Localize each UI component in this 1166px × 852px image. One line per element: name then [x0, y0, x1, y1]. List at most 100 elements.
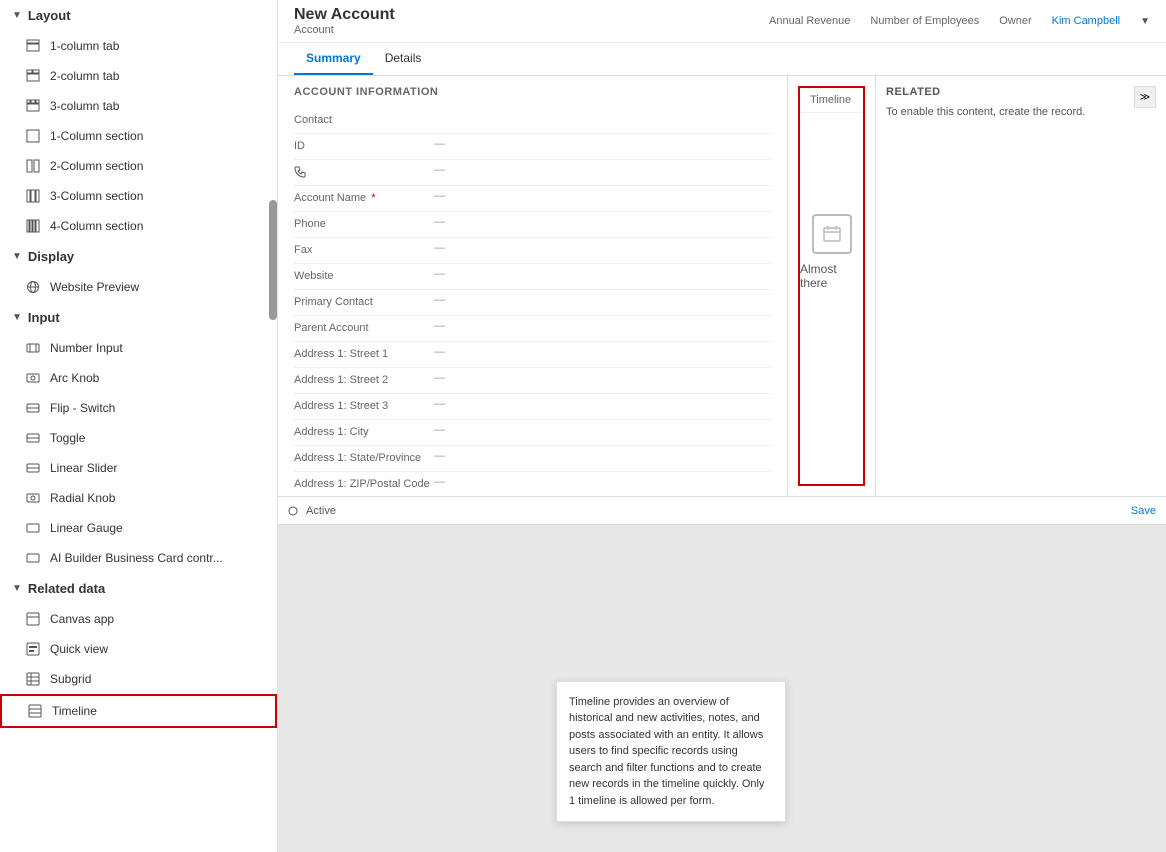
sidebar-item-website-preview[interactable]: Website Preview [0, 272, 277, 302]
field-label-primary-contact: Primary Contact [294, 294, 434, 308]
timeline-box-title: Timeline [800, 88, 863, 113]
num-employees-label: Number of Employees [870, 15, 979, 27]
sidebar-item-toggle[interactable]: Toggle [0, 423, 277, 453]
related-message: To enable this content, create the recor… [886, 106, 1156, 118]
ai-builder-icon [24, 549, 42, 567]
3col-section-label: 3-Column section [50, 189, 143, 203]
field-label-addr-state: Address 1: State/Province [294, 450, 434, 464]
related-collapse-button[interactable]: ≫ [1134, 86, 1156, 108]
field-row-addr-city: Address 1: City — [294, 420, 771, 446]
sidebar-item-3col-section[interactable]: 3-Column section [0, 181, 277, 211]
scrollbar-thumb[interactable] [269, 200, 277, 320]
display-section-header[interactable]: ▼ Display [0, 241, 277, 272]
tooltip-text: Timeline provides an overview of histori… [569, 696, 764, 807]
sidebar-item-linear-gauge[interactable]: Linear Gauge [0, 513, 277, 543]
sidebar-item-flip-switch[interactable]: Flip - Switch [0, 393, 277, 423]
field-value-fax: — [434, 242, 445, 254]
account-info-title: ACCOUNT INFORMATION [294, 86, 771, 98]
field-value-addr-street3: — [434, 398, 445, 410]
sidebar-item-2col-tab[interactable]: 2-column tab [0, 61, 277, 91]
field-label-fax: Fax [294, 242, 434, 256]
annual-revenue-label: Annual Revenue [769, 15, 850, 27]
bottom-bar: Active Save [278, 496, 1166, 524]
sidebar-item-1col-tab[interactable]: 1-column tab [0, 31, 277, 61]
field-row-addr-zip: Address 1: ZIP/Postal Code — [294, 472, 771, 496]
field-value-addr-zip: — [434, 476, 445, 488]
2col-section-icon [24, 157, 42, 175]
display-chevron-icon: ▼ [12, 251, 22, 262]
4col-section-icon [24, 217, 42, 235]
field-value-addr-street1: — [434, 346, 445, 358]
sidebar-item-timeline[interactable]: Timeline [0, 694, 277, 728]
sidebar-item-radial-knob[interactable]: Radial Knob [0, 483, 277, 513]
sidebar-item-3col-tab[interactable]: 3-column tab [0, 91, 277, 121]
3col-tab-icon [24, 97, 42, 115]
website-preview-label: Website Preview [50, 280, 139, 294]
ai-builder-label: AI Builder Business Card contr... [50, 551, 223, 565]
record-header-left: New Account Account [294, 6, 395, 36]
field-row-id: ID — [294, 134, 771, 160]
sidebar-item-quick-view[interactable]: Quick view [0, 634, 277, 664]
related-title: RELATED [886, 86, 1156, 98]
related-section-header[interactable]: ▼ Related data [0, 573, 277, 604]
active-icon [288, 506, 298, 516]
1col-tab-icon [24, 37, 42, 55]
field-value-id: — [434, 138, 445, 150]
field-row-website: Website — [294, 264, 771, 290]
field-value-addr-city: — [434, 424, 445, 436]
field-label-id: ID [294, 138, 434, 152]
tab-details[interactable]: Details [373, 43, 434, 75]
user-name[interactable]: Kim Campbell [1052, 15, 1120, 27]
timeline-placeholder-icon [812, 214, 852, 254]
canvas-app-icon [24, 610, 42, 628]
radial-knob-icon [24, 489, 42, 507]
sidebar-item-subgrid[interactable]: Subgrid [0, 664, 277, 694]
sidebar-item-arc-knob[interactable]: Arc Knob [0, 363, 277, 393]
sidebar-item-ai-builder[interactable]: AI Builder Business Card contr... [0, 543, 277, 573]
1col-section-icon [24, 127, 42, 145]
record-body: ACCOUNT INFORMATION Contact ID — — Accou [278, 76, 1166, 496]
field-row-phone-icon: — [294, 160, 771, 186]
record-tabs: Summary Details [278, 43, 1166, 76]
field-label-contact: Contact [294, 112, 434, 126]
bottom-bar-status: Active [288, 505, 336, 517]
quick-view-label: Quick view [50, 642, 108, 656]
subgrid-icon [24, 670, 42, 688]
field-label-addr-street1: Address 1: Street 1 [294, 346, 434, 360]
record-header: New Account Account Annual Revenue Numbe… [278, 0, 1166, 43]
related-chevron-icon: ▼ [12, 583, 22, 594]
status-label: Active [306, 505, 336, 517]
arc-knob-icon [24, 369, 42, 387]
field-label-parent-account: Parent Account [294, 320, 434, 334]
sidebar-item-2col-section[interactable]: 2-Column section [0, 151, 277, 181]
field-value-addr-street2: — [434, 372, 445, 384]
tab-summary[interactable]: Summary [294, 43, 373, 75]
field-value-addr-state: — [434, 450, 445, 462]
field-row-addr-street1: Address 1: Street 1 — [294, 342, 771, 368]
user-dropdown-icon[interactable]: ▼ [1140, 16, 1150, 27]
sidebar-item-number-input[interactable]: Number Input [0, 333, 277, 363]
account-info-panel: ACCOUNT INFORMATION Contact ID — — Accou [278, 76, 788, 496]
field-value-parent-account: — [434, 320, 445, 332]
timeline-label: Timeline [52, 704, 97, 718]
4col-section-label: 4-Column section [50, 219, 143, 233]
number-input-label: Number Input [50, 341, 123, 355]
field-label-addr-street3: Address 1: Street 3 [294, 398, 434, 412]
sidebar-item-1col-section[interactable]: 1-Column section [0, 121, 277, 151]
save-button[interactable]: Save [1131, 505, 1156, 517]
input-section-header[interactable]: ▼ Input [0, 302, 277, 333]
2col-tab-label: 2-column tab [50, 69, 119, 83]
field-label-phone-icon [294, 164, 434, 181]
layout-section-header[interactable]: ▼ Layout [0, 0, 277, 31]
field-row-addr-street2: Address 1: Street 2 — [294, 368, 771, 394]
input-section-label: Input [28, 310, 60, 325]
record-subtitle: Account [294, 24, 395, 36]
2col-tab-icon [24, 67, 42, 85]
display-section-label: Display [28, 249, 74, 264]
field-row-addr-state: Address 1: State/Province — [294, 446, 771, 472]
flip-switch-label: Flip - Switch [50, 401, 115, 415]
sidebar-item-4col-section[interactable]: 4-Column section [0, 211, 277, 241]
sidebar-item-canvas-app[interactable]: Canvas app [0, 604, 277, 634]
sidebar-item-linear-slider[interactable]: Linear Slider [0, 453, 277, 483]
linear-gauge-icon [24, 519, 42, 537]
